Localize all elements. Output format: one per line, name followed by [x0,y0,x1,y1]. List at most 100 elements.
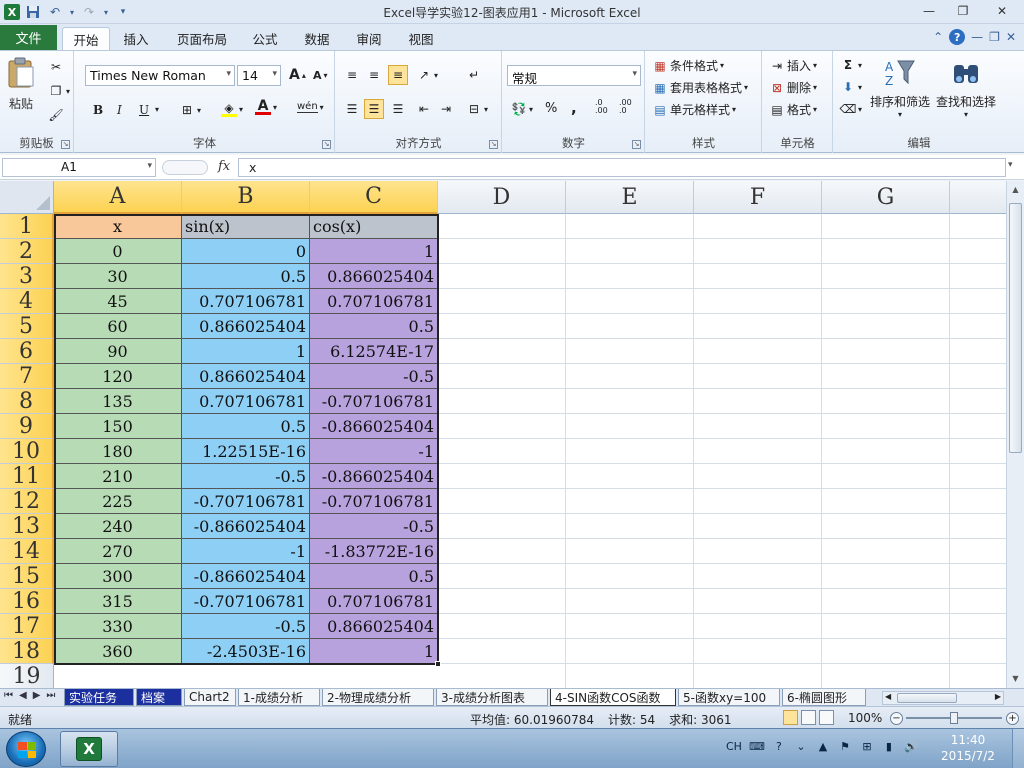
fill-color-button[interactable]: ◈ ▾ [221,101,243,117]
sheet-tab-archive[interactable]: 档案 [136,689,182,706]
vertical-scroll-thumb[interactable] [1009,203,1022,453]
format-cells-button[interactable]: ▤ 格式 ▾ [769,101,817,118]
zoom-out-icon[interactable]: − [890,712,903,725]
table-cell[interactable]: 60 [54,314,182,339]
row-header-7[interactable]: 7 [0,364,54,389]
table-cell[interactable]: 30 [54,264,182,289]
first-sheet-icon[interactable]: ⏮ [4,690,13,701]
table-cell[interactable]: 90 [54,339,182,364]
table-cell[interactable]: 180 [54,439,182,464]
table-cell[interactable]: -0.5 [310,364,438,389]
zoom-thumb[interactable] [950,712,958,724]
tab-home[interactable]: 开始 [62,27,110,50]
vertical-scrollbar[interactable]: ▲ ▼ [1006,181,1024,688]
column-header-overflow[interactable] [950,181,1006,214]
tab-insert[interactable]: 插入 [114,27,158,50]
cut-button[interactable]: ✂ [48,59,64,75]
column-header-d[interactable]: D [438,181,566,214]
table-cell[interactable]: 0.5 [182,264,310,289]
prev-sheet-icon[interactable]: ◀ [19,690,27,701]
table-cell[interactable]: 0.5 [182,414,310,439]
accounting-format-button[interactable]: 💱 ▾ [511,101,534,117]
expand-formula-bar-icon[interactable]: ▾ [1008,160,1013,170]
underline-dropdown-icon[interactable]: ▾ [155,105,159,114]
find-select-button[interactable]: 查找和选择 ▾ [936,57,996,119]
tab-formulas[interactable]: 公式 [244,27,286,50]
table-cell[interactable]: 240 [54,514,182,539]
align-middle-button[interactable]: ≡ [366,67,382,83]
name-box[interactable]: A1 ▾ [2,158,156,177]
shrink-font-button[interactable]: A ▾ [313,69,328,82]
number-format-combo[interactable]: 常规 ▾ [507,65,641,86]
table-cell[interactable]: 0.866025404 [310,264,438,289]
table-cell[interactable]: 0.866025404 [310,614,438,639]
table-cell[interactable]: -0.707106781 [182,589,310,614]
underline-button[interactable]: U [139,103,149,117]
row-header-13[interactable]: 13 [0,514,54,539]
collapse-ribbon-icon[interactable]: ⌃ [933,30,943,44]
table-cell[interactable]: 315 [54,589,182,614]
table-cell[interactable]: 270 [54,539,182,564]
format-painter-button[interactable]: 🖌 [48,107,64,123]
row-header-1[interactable]: 1 [0,214,54,239]
copy-button[interactable]: ❐ ▾ [48,83,70,99]
sheet-tab-score-analysis[interactable]: 1-成绩分析 [238,689,320,706]
fill-button[interactable]: ⬇ ▾ [840,79,862,95]
volume-icon[interactable]: 🔊 [904,739,918,753]
table-cell[interactable]: -0.707106781 [182,489,310,514]
customize-qat-icon[interactable]: ▾ [114,3,132,21]
column-header-c[interactable]: C [310,181,438,214]
ime-options-icon[interactable]: ⌄ [794,739,808,753]
table-cell[interactable]: 0 [182,239,310,264]
windows-flag-icon[interactable]: ⊞ [860,739,874,753]
horizontal-scroll-thumb[interactable] [897,693,957,703]
help-icon[interactable]: ? [772,739,786,753]
font-launcher-icon[interactable]: ↘ [322,140,331,149]
restore-workbook-icon[interactable]: ❐ [989,30,1000,44]
table-header-cell[interactable]: cos(x) [310,214,438,239]
decrease-indent-button[interactable]: ⇤ [416,101,432,117]
sheet-tab-xy100[interactable]: 5-函数xy=100 [678,689,780,706]
table-cell[interactable]: 1 [310,239,438,264]
redo-icon[interactable]: ↷ [80,3,98,21]
sheet-tab-physics-analysis[interactable]: 2-物理成绩分析 [322,689,434,706]
action-center-icon[interactable]: ⚑ [838,739,852,753]
align-right-button[interactable]: ☰ [390,101,406,117]
sheet-tab-sin-cos[interactable]: 4-SIN函数COS函数 [550,689,676,706]
sheet-tab-tasks[interactable]: 实验任务 [64,689,134,706]
taskbar-clock[interactable]: 11:40 2015/7/2 [938,732,998,764]
increase-decimal-button[interactable]: .0 .00 [595,99,615,115]
table-cell[interactable]: 120 [54,364,182,389]
start-button[interactable] [6,731,46,767]
table-cell[interactable]: -0.866025404 [182,564,310,589]
table-cell[interactable]: 0.5 [310,564,438,589]
table-cell[interactable]: 1 [182,339,310,364]
last-sheet-icon[interactable]: ⏭ [46,690,55,701]
align-bottom-button[interactable]: ≡ [388,65,408,85]
font-color-button[interactable]: A ▾ [255,98,277,115]
chevron-down-icon[interactable]: ▾ [68,3,76,21]
align-left-button[interactable]: ☰ [344,101,360,117]
row-header-9[interactable]: 9 [0,414,54,439]
row-header-6[interactable]: 6 [0,339,54,364]
paste-button[interactable]: 粘贴 [6,57,36,112]
row-header-14[interactable]: 14 [0,539,54,564]
row-header-3[interactable]: 3 [0,264,54,289]
zoom-in-icon[interactable]: + [1006,712,1019,725]
grow-font-button[interactable]: A ▴ [289,67,306,83]
taskbar-excel-button[interactable]: X [60,731,118,767]
zoom-slider[interactable]: − + [890,712,1020,725]
column-header-a[interactable]: A [54,181,182,214]
wrap-text-button[interactable]: ↵ [466,67,482,83]
restore-icon[interactable]: ❐ [946,0,980,22]
table-cell[interactable]: -1.83772E-16 [310,539,438,564]
table-cell[interactable]: -0.866025404 [310,414,438,439]
italic-button[interactable]: I [117,103,122,117]
show-hidden-icons-icon[interactable]: ▲ [816,739,830,753]
number-launcher-icon[interactable]: ↘ [632,140,641,149]
help-icon[interactable]: ? [949,29,966,45]
comma-button[interactable]: , [571,99,577,117]
close-icon[interactable]: ✕ [980,0,1024,22]
table-cell[interactable]: 150 [54,414,182,439]
table-cell[interactable]: 0 [54,239,182,264]
